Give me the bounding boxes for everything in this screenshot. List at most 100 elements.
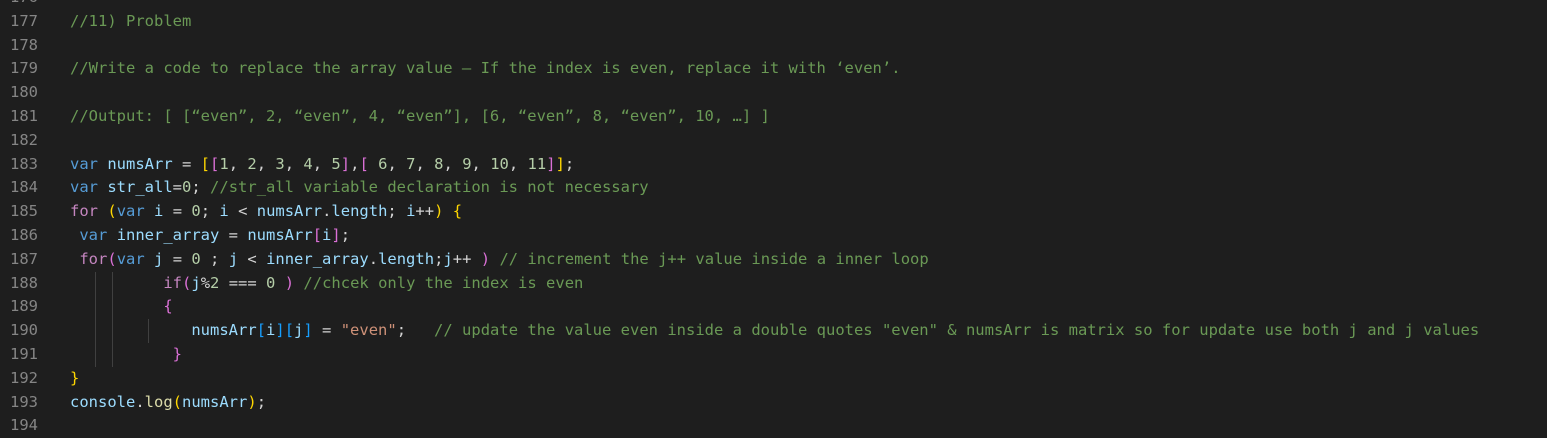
code-line[interactable]: 180 bbox=[0, 81, 1547, 105]
code-token: for bbox=[70, 202, 98, 221]
code-token: numsArr bbox=[182, 392, 248, 411]
code-token: for bbox=[79, 249, 108, 268]
code-line[interactable]: 183 var numsArr = [[1, 2, 3, 4, 5],[ 6, 7… bbox=[0, 153, 1547, 177]
code-token: = bbox=[163, 202, 192, 221]
code-token: , bbox=[312, 154, 332, 173]
code-token: var bbox=[70, 154, 98, 173]
code-token: , bbox=[284, 154, 304, 173]
code-token: //str_all variable declaration is not ne… bbox=[210, 178, 649, 197]
code-token: 4 bbox=[303, 154, 313, 173]
code-token: j bbox=[443, 249, 453, 268]
code-token: , bbox=[228, 154, 248, 173]
code-line[interactable]: 182 bbox=[0, 129, 1547, 153]
code-token: ; bbox=[200, 202, 220, 221]
code-token: = bbox=[172, 154, 201, 173]
code-token: = bbox=[312, 321, 341, 340]
code-text: var numsArr = [[1, 2, 3, 4, 5],[ 6, 7, 8… bbox=[70, 153, 574, 177]
code-token: "even" bbox=[340, 321, 397, 340]
code-token: ; bbox=[256, 392, 267, 411]
code-line[interactable]: 187 for(var j = 0 ; j < inner_array.leng… bbox=[0, 248, 1547, 272]
code-token: inner_array bbox=[266, 249, 369, 268]
code-token: % bbox=[200, 273, 211, 292]
code-token: ( bbox=[107, 249, 117, 268]
code-line[interactable]: 176 bbox=[0, 0, 1547, 10]
code-text: //Write a code to replace the array valu… bbox=[70, 57, 901, 81]
line-number: 182 bbox=[10, 130, 38, 149]
code-line[interactable]: 192} bbox=[0, 367, 1547, 391]
code-token: , bbox=[508, 154, 528, 173]
code-token: [ bbox=[284, 321, 295, 340]
code-editor[interactable]: 176177//11) Problem178 179//Write a code … bbox=[0, 0, 1547, 438]
code-token: if bbox=[163, 273, 182, 292]
code-token: i bbox=[219, 202, 229, 221]
code-text: } bbox=[70, 367, 79, 391]
code-token: ; bbox=[340, 225, 351, 244]
line-number: 183 bbox=[10, 154, 38, 173]
code-line[interactable]: 193 console.log(numsArr); bbox=[0, 391, 1547, 415]
code-token: 5 bbox=[331, 154, 341, 173]
line-number: 189 bbox=[10, 297, 38, 316]
code-token: [ bbox=[210, 154, 220, 173]
code-line[interactable]: 179 //Write a code to replace the array v… bbox=[0, 57, 1547, 81]
line-number: 193 bbox=[10, 392, 38, 411]
code-line[interactable]: 190 numsArr[i][j] = "even"; // update th… bbox=[0, 319, 1547, 343]
code-token: = bbox=[219, 225, 248, 244]
code-token: // increment the j++ value inside a inne… bbox=[499, 249, 929, 268]
code-token: var bbox=[116, 202, 145, 221]
code-token: 11 bbox=[527, 154, 547, 173]
code-token: , bbox=[387, 154, 407, 173]
code-line[interactable]: 178 bbox=[0, 34, 1547, 58]
code-line[interactable]: 189 { bbox=[0, 295, 1547, 320]
code-token: j bbox=[228, 249, 239, 268]
code-token: j bbox=[191, 273, 201, 292]
code-line[interactable]: 194 bbox=[0, 414, 1547, 438]
code-token: 0 bbox=[191, 249, 201, 268]
code-line[interactable]: 177 //11) Problem bbox=[0, 10, 1547, 34]
code-line[interactable]: 181 //Output: [ [“even”, 2, “even”, 4, “e… bbox=[0, 105, 1547, 129]
code-token: < bbox=[238, 249, 267, 268]
code-token: ( bbox=[107, 202, 117, 221]
code-line[interactable]: 186 var inner_array = numsArr[i]; bbox=[0, 224, 1547, 248]
code-token: 10 bbox=[490, 154, 509, 173]
code-text: { bbox=[70, 295, 172, 319]
line-number: 177 bbox=[10, 11, 38, 30]
code-token: , bbox=[415, 154, 435, 173]
line-number: 180 bbox=[10, 83, 38, 102]
code-line[interactable]: 185 for (var i = 0; i < numsArr.length; i… bbox=[0, 200, 1547, 224]
code-token: var bbox=[70, 178, 98, 197]
code-token: var bbox=[79, 225, 108, 244]
code-text: var str_all=0; //str_all variable declar… bbox=[70, 176, 649, 200]
line-number: 181 bbox=[10, 106, 38, 125]
line-number: 184 bbox=[10, 178, 38, 197]
code-line[interactable]: 191 } bbox=[0, 342, 1547, 367]
code-token: //Output: [ [“even”, 2, “even”, 4, “even… bbox=[70, 106, 770, 125]
code-token: ) bbox=[480, 249, 491, 268]
line-number: 190 bbox=[10, 321, 38, 340]
code-token: . bbox=[135, 392, 145, 411]
code-token: ( bbox=[172, 392, 183, 411]
code-token: [ bbox=[200, 154, 211, 173]
line-number: 185 bbox=[10, 202, 38, 221]
code-line[interactable]: 184 var str_all=0; //str_all variable dec… bbox=[0, 176, 1547, 200]
code-line[interactable]: 188 if(j%2 === 0 ) //chcek only the inde… bbox=[0, 271, 1547, 296]
code-token: = bbox=[163, 249, 192, 268]
line-number: 178 bbox=[10, 35, 38, 54]
code-token: str_all bbox=[107, 178, 173, 197]
code-token: = bbox=[172, 178, 183, 197]
line-number: 194 bbox=[10, 416, 38, 435]
code-token: ; bbox=[396, 321, 435, 340]
code-token: ; bbox=[191, 178, 211, 197]
code-token: ) bbox=[284, 273, 295, 292]
code-token: 0 bbox=[266, 273, 276, 292]
line-number: 192 bbox=[10, 368, 38, 387]
code-token: ; bbox=[387, 202, 407, 221]
code-token: , bbox=[256, 154, 276, 173]
code-token: } bbox=[172, 344, 182, 363]
